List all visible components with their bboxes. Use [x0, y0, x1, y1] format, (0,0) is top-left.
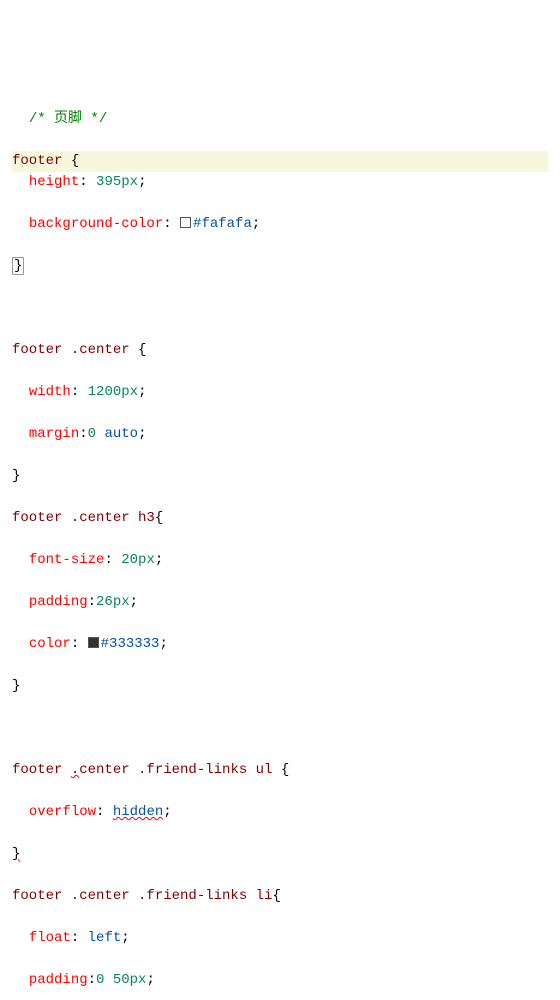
value: 50px — [113, 972, 147, 988]
open-brace-icon: { — [155, 510, 163, 526]
value: #333333 — [101, 636, 160, 652]
color-swatch-icon[interactable] — [88, 637, 99, 648]
property: float — [29, 930, 71, 946]
value: #fafafa — [193, 216, 252, 232]
code-line: } — [12, 844, 548, 865]
code-line: background-color: #fafafa; — [12, 214, 548, 235]
value: 26px — [96, 594, 130, 610]
blank-line — [12, 298, 548, 319]
blank-line — [12, 718, 548, 739]
property: width — [29, 384, 71, 400]
property: margin — [29, 426, 79, 442]
open-brace-icon: { — [138, 342, 146, 358]
value: left — [88, 930, 122, 946]
selector: footer .center .friend-links ul — [12, 762, 272, 778]
code-line: margin:0 auto; — [12, 424, 548, 445]
value: hidden — [113, 804, 163, 820]
code-editor[interactable]: /* 页脚 */ footer { height: 395px; backgro… — [12, 88, 548, 1000]
comment: /* 页脚 */ — [29, 111, 107, 127]
open-brace-icon: { — [272, 888, 280, 904]
value: 395px — [96, 174, 138, 190]
selector: footer .center .friend-links li — [12, 888, 272, 904]
close-brace-icon: } — [12, 468, 20, 484]
code-line: } — [12, 256, 548, 277]
value: 0 — [96, 972, 104, 988]
value: 1200px — [88, 384, 138, 400]
color-swatch-icon[interactable] — [180, 217, 191, 228]
property: background-color — [29, 216, 163, 232]
property: padding — [29, 972, 88, 988]
value: 20px — [121, 552, 155, 568]
code-line: footer .center h3{ — [12, 508, 548, 529]
property: padding — [29, 594, 88, 610]
close-brace-icon: } — [12, 846, 20, 862]
code-line: width: 1200px; — [12, 382, 548, 403]
property: overflow — [29, 804, 96, 820]
code-line: float: left; — [12, 928, 548, 949]
code-line: padding:0 50px; — [12, 970, 548, 991]
code-line: padding:26px; — [12, 592, 548, 613]
code-line: height: 395px; — [12, 172, 548, 193]
code-line: /* 页脚 */ — [12, 109, 548, 130]
code-line: font-size: 20px; — [12, 550, 548, 571]
selector: footer .center h3 — [12, 510, 155, 526]
selector: footer .center — [12, 342, 130, 358]
code-line: footer { — [12, 151, 548, 172]
property: font-size — [29, 552, 105, 568]
code-line: } — [12, 466, 548, 487]
code-line: color: #333333; — [12, 634, 548, 655]
code-line: } — [12, 676, 548, 697]
code-line: footer .center { — [12, 340, 548, 361]
spell-warning-icon: . — [71, 762, 79, 778]
open-brace-icon: { — [281, 762, 289, 778]
close-brace-icon: } — [12, 257, 24, 275]
value: auto — [104, 426, 138, 442]
code-line: footer .center .friend-links ul { — [12, 760, 548, 781]
property: color — [29, 636, 71, 652]
value: 0 — [88, 426, 96, 442]
selector: footer — [12, 153, 62, 169]
close-brace-icon: } — [12, 678, 20, 694]
open-brace-icon: { — [71, 153, 79, 169]
code-line: footer .center .friend-links li{ — [12, 886, 548, 907]
property: height — [29, 174, 79, 190]
code-line: overflow: hidden; — [12, 802, 548, 823]
